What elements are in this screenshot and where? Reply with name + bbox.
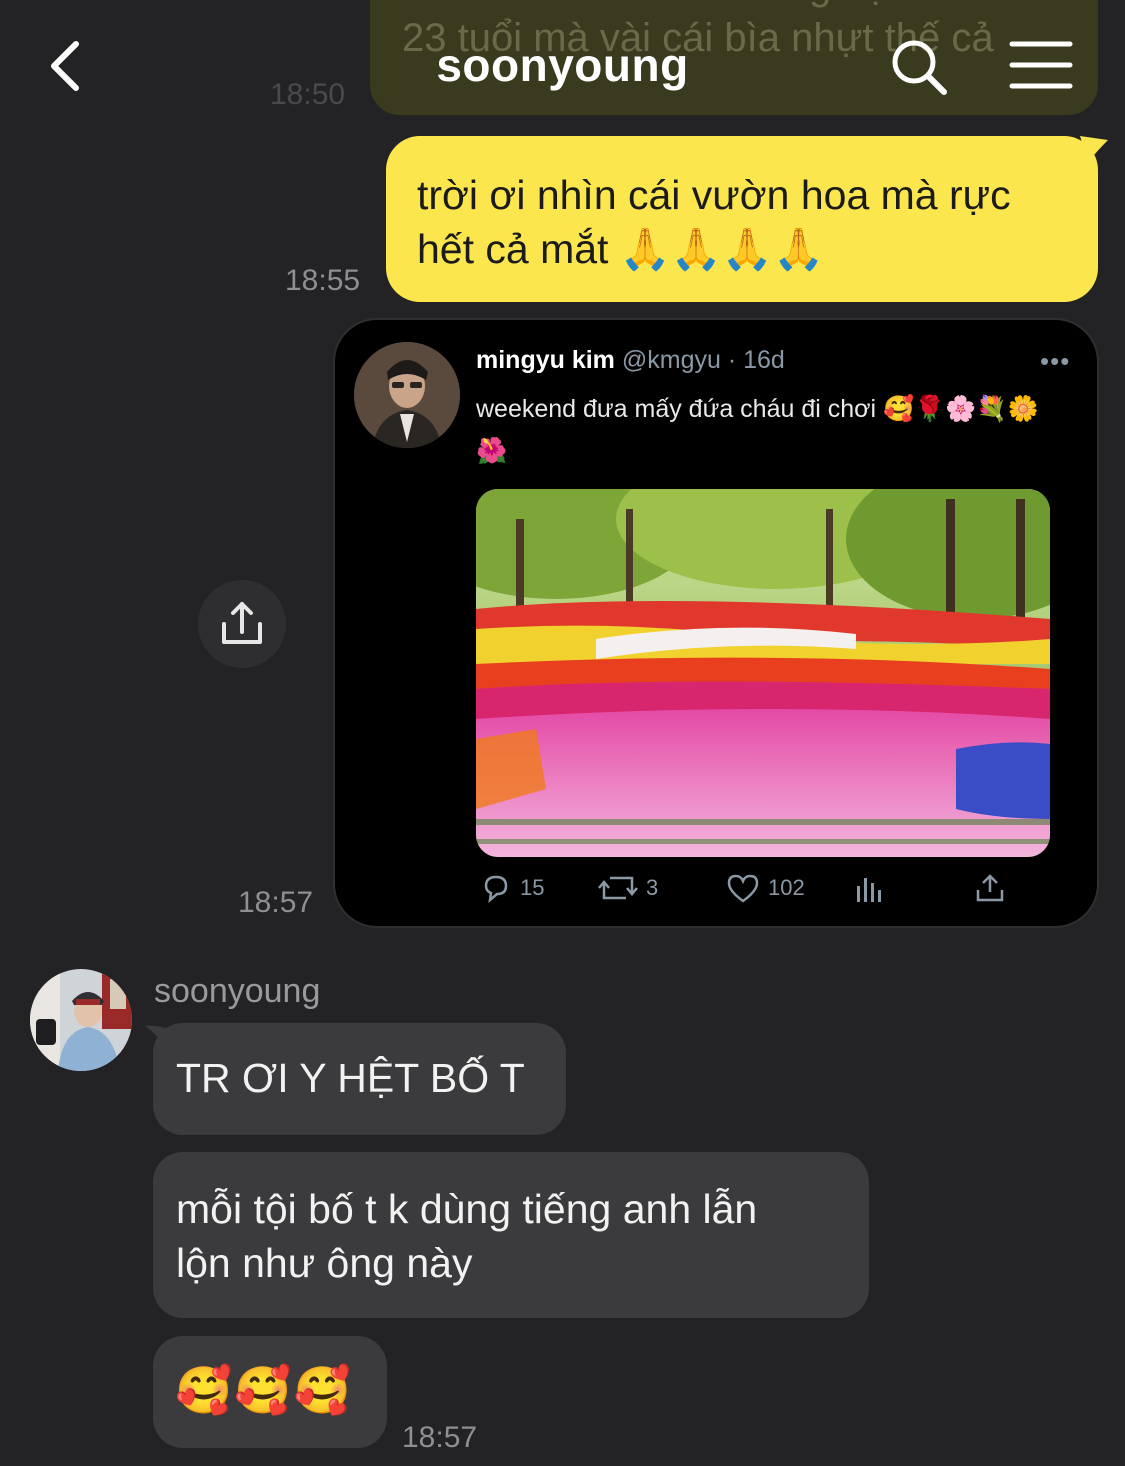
- tweet-author-handle: @kmgyu · 16d: [621, 346, 785, 374]
- reply-count: 15: [520, 875, 545, 900]
- sender-avatar[interactable]: [30, 969, 132, 1071]
- tweet-actions-bar: 15 3 102: [476, 872, 1036, 912]
- retweet-count: 3: [646, 875, 659, 900]
- search-icon: [892, 40, 947, 95]
- hamburger-menu-icon: [1009, 41, 1073, 89]
- outgoing-message-bubble[interactable]: trời ơi nhìn cái vườn hoa mà rực hết cả …: [386, 136, 1098, 302]
- reply-icon: [484, 875, 508, 904]
- share-icon: [976, 874, 1004, 902]
- sender-name: soonyoung: [154, 972, 321, 1010]
- chat-title: soonyoung: [436, 39, 689, 91]
- search-button[interactable]: [888, 36, 950, 98]
- incoming-message-bubble[interactable]: mỗi tội bố t k dùng tiếng anh lẫn lộn nh…: [153, 1152, 869, 1318]
- tweet-author-line: mingyu kim @kmgyu · 16d: [476, 346, 785, 375]
- message-text-line: mỗi tội bố t k dùng tiếng anh lẫn: [176, 1186, 758, 1232]
- incoming-message-bubble[interactable]: 🥰🥰🥰: [153, 1336, 387, 1448]
- heart-icon: [727, 874, 759, 903]
- incoming-message-bubble[interactable]: TR ƠI Y HỆT BỐ T: [153, 1023, 566, 1135]
- reply-action[interactable]: 15: [480, 872, 544, 904]
- tweet-text: weekend đưa mấy đứa cháu đi chơi 🥰🌹🌸💐🌼🌺: [476, 395, 1039, 465]
- message-text-line: trời ơi nhìn cái vườn hoa mà rực: [417, 172, 1011, 218]
- analytics-icon: [857, 878, 881, 902]
- message-time: 18:55: [285, 264, 361, 297]
- share-icon: [222, 602, 262, 644]
- menu-button[interactable]: [1006, 38, 1076, 94]
- retweet-action[interactable]: 3: [598, 872, 658, 904]
- tweet-author-name: mingyu kim: [476, 346, 615, 374]
- message-text-line: hết cả mắt 🙏🙏🙏🙏: [417, 226, 825, 272]
- message-time: 18:57: [402, 1421, 478, 1454]
- share-button[interactable]: [198, 580, 286, 668]
- message-text-line: lộn như ông này: [176, 1240, 473, 1286]
- message-text: TR ƠI Y HỆT BỐ T: [176, 1055, 525, 1101]
- more-options-icon[interactable]: •••: [1040, 346, 1070, 377]
- message-time: 18:57: [238, 886, 314, 919]
- tweet-image-flower-garden[interactable]: [476, 489, 1050, 857]
- message-emoji: 🥰🥰🥰: [175, 1364, 353, 1416]
- tweet-author-avatar: [354, 342, 460, 448]
- analytics-action[interactable]: [854, 872, 884, 904]
- like-count: 102: [768, 875, 805, 900]
- like-action[interactable]: 102: [726, 872, 805, 904]
- tweet-share-action[interactable]: [974, 872, 1006, 904]
- previous-message-line: thể luôn chứ chả có ông nội nào: [402, 0, 1098, 12]
- retweet-icon: [598, 876, 638, 900]
